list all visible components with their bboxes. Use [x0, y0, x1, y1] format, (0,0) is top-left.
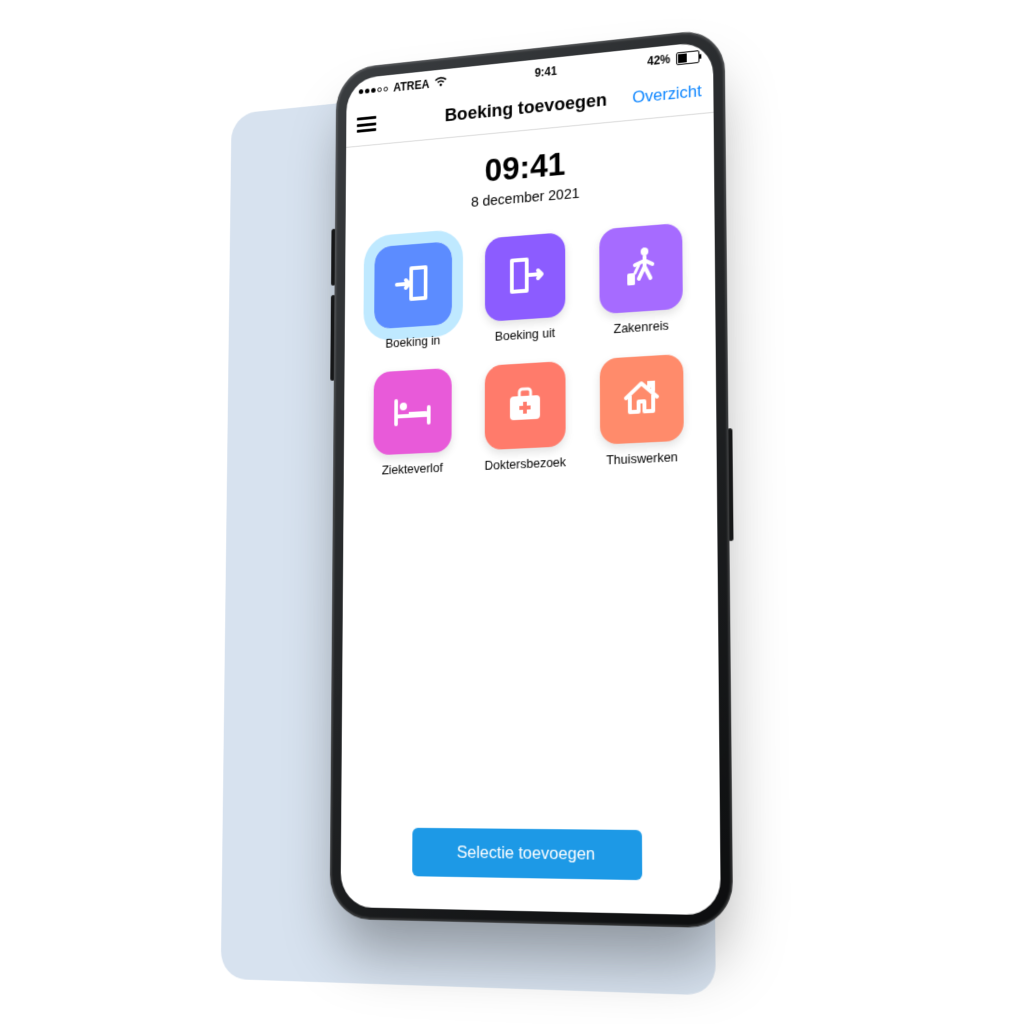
traveler-icon	[617, 241, 664, 297]
door-in-icon	[391, 259, 435, 313]
tile-thuiswerken[interactable]: Thuiswerken	[591, 354, 693, 469]
tile-doktersbezoek[interactable]: Doktersbezoek	[476, 361, 574, 474]
tile-boeking-uit-box	[485, 233, 565, 323]
wifi-icon	[435, 76, 448, 91]
tile-ziekteverlof[interactable]: Ziekteverlof	[365, 368, 460, 479]
add-selection-button[interactable]: Selectie toevoegen	[412, 828, 642, 880]
carrier-label: ATREA	[393, 77, 429, 94]
home-icon	[618, 372, 665, 428]
content-area: 09:41 8 december 2021	[341, 113, 721, 916]
menu-icon[interactable]	[357, 116, 377, 133]
overview-link[interactable]: Overzicht	[632, 81, 702, 107]
tile-label: Boeking in	[385, 333, 440, 351]
battery-percent: 42%	[647, 52, 670, 68]
tile-label: Thuiswerken	[606, 449, 678, 467]
tile-boeking-in[interactable]: Boeking in	[366, 241, 460, 352]
phone-mockup: ATREA 9:41 42%	[330, 28, 734, 929]
phone-frame: ATREA 9:41 42%	[330, 28, 734, 929]
tile-grid: Boeking in	[365, 222, 693, 478]
tile-label: Doktersbezoek	[484, 455, 566, 474]
tile-boeking-uit[interactable]: Boeking uit	[477, 232, 574, 345]
signal-strength-icon	[359, 86, 388, 94]
tile-zakenreis-box	[599, 223, 683, 314]
tile-label: Ziekteverlof	[382, 460, 443, 477]
tile-boeking-in-box	[374, 241, 452, 329]
bed-icon	[391, 385, 435, 439]
tile-thuiswerken-box	[600, 354, 684, 445]
medkit-icon	[502, 379, 547, 434]
door-out-icon	[503, 250, 548, 305]
tile-zakenreis[interactable]: Zakenreis	[591, 222, 692, 337]
battery-icon	[676, 50, 699, 65]
tile-label: Zakenreis	[613, 318, 668, 337]
tile-doktersbezoek-box	[485, 361, 566, 450]
time-block: 09:41 8 december 2021	[367, 135, 691, 220]
tile-label: Boeking uit	[495, 325, 555, 344]
tile-ziekteverlof-box	[373, 368, 451, 456]
phone-screen: ATREA 9:41 42%	[341, 41, 721, 916]
cta-area: Selectie toevoegen	[363, 827, 697, 889]
page-title: Boeking toevoegen	[445, 90, 607, 127]
statusbar-time: 9:41	[535, 64, 557, 80]
